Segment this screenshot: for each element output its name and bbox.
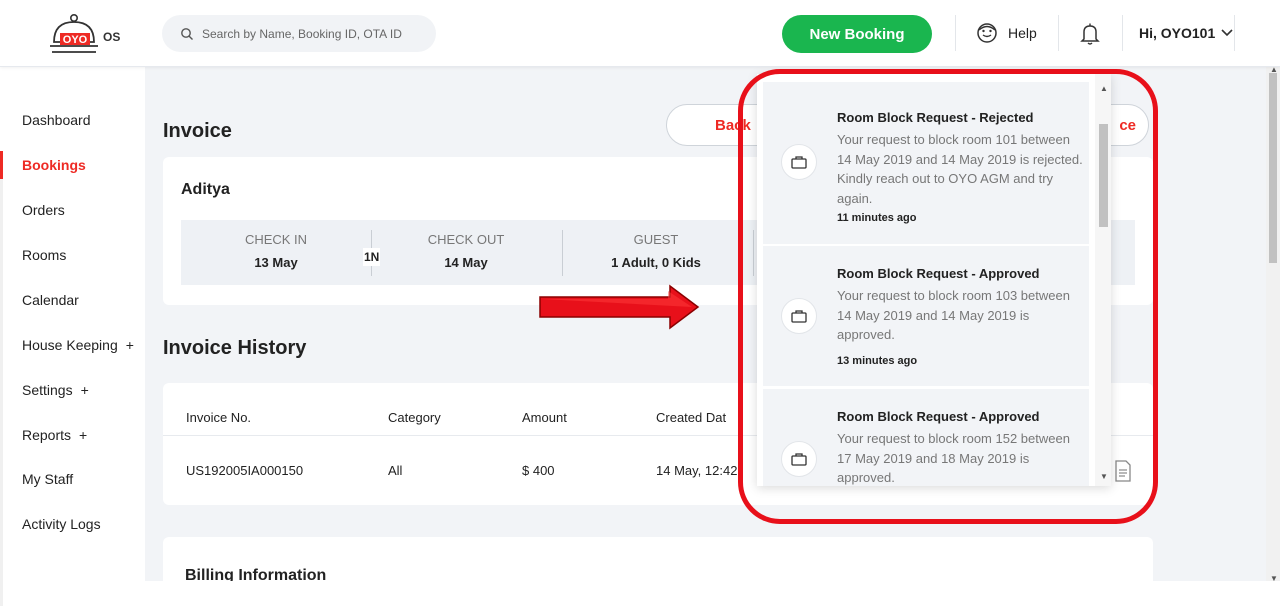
- briefcase-icon: [781, 144, 817, 180]
- divider: [562, 230, 563, 276]
- guest-name: Aditya: [181, 181, 230, 198]
- sidebar-item-dashboard[interactable]: Dashboard: [0, 98, 145, 142]
- help-label: Help: [1008, 25, 1037, 41]
- sidebar-item-bookings[interactable]: Bookings: [0, 143, 145, 187]
- sidebar-item-my-staff[interactable]: My Staff: [0, 457, 145, 501]
- annotation-arrow-icon: [539, 284, 700, 330]
- guest-count: GUEST 1 Adult, 0 Kids: [591, 232, 721, 270]
- bell-icon: [1080, 23, 1100, 45]
- check-in: CHECK IN 13 May: [221, 232, 331, 270]
- sidebar-item-label: Reports: [22, 427, 72, 443]
- user-menu[interactable]: Hi, OYO101: [1139, 25, 1233, 41]
- check-out-value: 14 May: [444, 255, 488, 270]
- sidebar-item-label: Orders: [22, 202, 65, 218]
- column-header: Invoice No.: [186, 410, 252, 425]
- sidebar-item-activity-logs[interactable]: Activity Logs: [0, 502, 145, 546]
- notification-item[interactable]: Room Block Request - Approved Your reque…: [763, 389, 1089, 486]
- sidebar-item-settings[interactable]: Settings +: [0, 368, 145, 412]
- top-header: OYO OS New Booking Help Hi, OYO101: [0, 0, 1280, 67]
- new-booking-button[interactable]: New Booking: [782, 15, 932, 53]
- expand-plus-icon[interactable]: +: [126, 337, 134, 353]
- help-link[interactable]: Help: [976, 22, 1037, 44]
- invoice-amount: $ 400: [522, 463, 555, 478]
- header-divider: [1234, 15, 1235, 51]
- guest-label: GUEST: [633, 232, 679, 247]
- column-header: Created Dat: [656, 410, 727, 425]
- column-header: Category: [388, 410, 441, 425]
- notifications-scrollbar[interactable]: ▲ ▼: [1095, 74, 1111, 486]
- notification-item[interactable]: Room Block Request - Rejected Your reque…: [763, 82, 1089, 244]
- notification-title: Room Block Request - Rejected: [837, 110, 1034, 125]
- header-divider: [1122, 15, 1123, 51]
- billing-information-card: Billing Information: [163, 537, 1153, 581]
- page-scrollbar-thumb[interactable]: [1269, 73, 1277, 263]
- column-header: Amount: [522, 410, 567, 425]
- logo-suffix: OS: [103, 30, 121, 44]
- expand-plus-icon[interactable]: +: [79, 427, 87, 443]
- sidebar-item-label: Calendar: [22, 292, 79, 308]
- notification-body: Your request to block room 101 between 1…: [837, 132, 1083, 206]
- briefcase-icon: [781, 298, 817, 334]
- billing-title: Billing Information: [185, 567, 327, 581]
- sidebar-item-label: My Staff: [22, 471, 74, 487]
- sidebar-item-rooms[interactable]: Rooms: [0, 233, 145, 277]
- header-divider: [955, 15, 956, 51]
- notifications-scrollbar-thumb[interactable]: [1099, 124, 1108, 227]
- check-in-label: CHECK IN: [244, 232, 308, 247]
- notification-body: Your request to block room 103 between 1…: [837, 288, 1070, 342]
- search-icon: [181, 27, 193, 40]
- guest-value: 1 Adult, 0 Kids: [611, 255, 701, 270]
- invoice-history-title: Invoice History: [163, 337, 307, 359]
- sidebar-item-label: Rooms: [22, 247, 67, 263]
- sidebar-item-house-keeping[interactable]: House Keeping +: [0, 323, 145, 367]
- notification-item[interactable]: Room Block Request - Approved Your reque…: [763, 246, 1089, 386]
- sidebar-item-label: Dashboard: [22, 112, 91, 128]
- notification-time: 13 minutes ago: [837, 355, 918, 367]
- sidebar-item-label: Settings: [22, 382, 73, 398]
- scroll-down-arrow-icon[interactable]: ▼: [1270, 574, 1278, 583]
- nights-badge: 1N: [363, 248, 381, 266]
- sidebar-item-reports[interactable]: Reports +: [0, 413, 145, 457]
- divider: [753, 230, 754, 276]
- sidebar-item-orders[interactable]: Orders: [0, 188, 145, 232]
- logo-text: OYO: [63, 34, 88, 46]
- expand-plus-icon[interactable]: +: [81, 382, 89, 398]
- scroll-down-arrow-icon[interactable]: ▼: [1100, 472, 1108, 481]
- document-icon[interactable]: [1114, 460, 1132, 482]
- help-face-icon: [977, 23, 997, 43]
- header-divider: [1058, 15, 1059, 51]
- invoice-number: US192005IA000150: [186, 463, 304, 478]
- sidebar-item-label: Bookings: [22, 157, 86, 173]
- sidebar-item-label: Activity Logs: [22, 516, 101, 532]
- scroll-up-arrow-icon[interactable]: ▲: [1100, 84, 1108, 93]
- check-out: CHECK OUT 14 May: [411, 232, 521, 270]
- check-out-label: CHECK OUT: [427, 232, 505, 247]
- chevron-down-icon: [1221, 29, 1233, 37]
- search-input[interactable]: [202, 26, 422, 41]
- notification-title: Room Block Request - Approved: [837, 409, 1040, 424]
- notifications-bell[interactable]: [1080, 22, 1100, 51]
- notification-time: 11 minutes ago: [837, 212, 917, 224]
- notification-body: Your request to block room 152 between 1…: [837, 431, 1070, 485]
- page-title: Invoice: [163, 120, 232, 142]
- briefcase-icon: [781, 441, 817, 477]
- invoice-category: All: [388, 463, 403, 478]
- page-scrollbar[interactable]: ▲ ▼: [1266, 65, 1280, 583]
- user-greeting: Hi, OYO101: [1139, 25, 1216, 41]
- sidebar-item-label: House Keeping: [22, 337, 118, 353]
- invoice-created: 14 May, 12:42: [656, 463, 738, 478]
- sidebar: Dashboard Bookings Orders Rooms Calendar…: [0, 67, 145, 606]
- notifications-panel: Room Block Request - Rejected Your reque…: [757, 74, 1111, 486]
- check-in-value: 13 May: [254, 255, 298, 270]
- search-bar[interactable]: [162, 15, 436, 52]
- sidebar-item-calendar[interactable]: Calendar: [0, 278, 145, 322]
- notification-title: Room Block Request - Approved: [837, 266, 1040, 281]
